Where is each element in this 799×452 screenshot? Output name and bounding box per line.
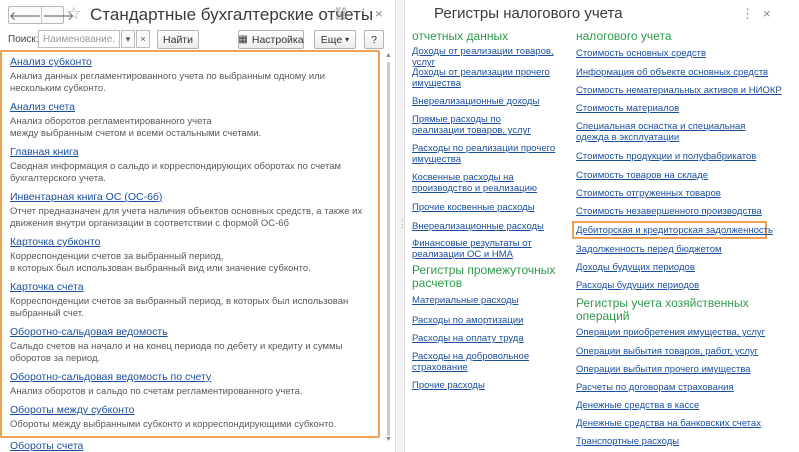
register-link[interactable]: Прочие расходы (412, 380, 562, 391)
scroll-up-icon[interactable]: ▲ (385, 52, 392, 59)
register-link[interactable]: Стоимость продукции и полуфабрикатов (576, 151, 786, 162)
report-link[interactable]: Обороты между субконто (10, 404, 135, 416)
more-button-label: Еще (320, 33, 343, 46)
report-description: Корреспонденции счетов за выбранный пери… (10, 251, 311, 274)
register-link[interactable]: Расходы будущих периодов (576, 280, 786, 291)
scroll-down-icon[interactable]: ▼ (385, 436, 392, 443)
register-link[interactable]: Финансовые результаты от реализации ОС и… (412, 238, 547, 260)
section-header: Регистры промежуточных расчетов (412, 263, 556, 290)
settings-icon: ▦ (238, 34, 248, 45)
search-input[interactable]: Наименование, ... (38, 30, 120, 48)
register-link[interactable]: Материальные расходы (412, 295, 562, 306)
report-description: Отчет предназначен для учета наличия объ… (10, 206, 363, 229)
register-link[interactable]: Прочие косвенные расходы (412, 202, 562, 213)
link-icon[interactable]: ⛓ (333, 6, 350, 22)
register-link[interactable]: Денежные средства на банковских счетах (576, 418, 791, 429)
register-link[interactable]: Расходы по реализации прочего имущества (412, 143, 557, 165)
section-header: отчетных данных (412, 29, 509, 43)
report-link[interactable]: Карточка субконто (10, 236, 100, 248)
register-link[interactable]: Транспортные расходы (576, 436, 786, 447)
register-link[interactable]: Расходы на добровольное страхование (412, 351, 537, 373)
register-link[interactable]: Стоимость материалов (576, 103, 786, 114)
close-icon[interactable]: × (375, 6, 383, 21)
report-link[interactable]: Оборотно-сальдовая ведомость (10, 326, 168, 338)
report-description: Анализ оборотов и сальдо по счетам регла… (10, 386, 303, 397)
chevron-down-icon: ▾ (345, 35, 350, 44)
report-link[interactable]: Оборотно-сальдовая ведомость по счету (10, 371, 211, 383)
register-link[interactable]: Информация об объекте основных средств (576, 67, 786, 78)
register-link[interactable]: Стоимость незавершенного производства (576, 206, 786, 217)
find-button[interactable]: Найти (157, 30, 199, 49)
nav-buttons: 🡐 🡒 (8, 6, 74, 24)
report-description: Анализ данных регламентированного учета … (10, 71, 325, 94)
register-link[interactable]: Стоимость отгруженных товаров (576, 188, 786, 199)
register-link[interactable]: Расходы по амортизации (412, 315, 562, 326)
register-link[interactable]: Внереализационные расходы (412, 221, 572, 232)
register-link[interactable]: Внереализационные доходы (412, 96, 562, 107)
register-link[interactable]: Дебиторская и кредиторская задолженность (576, 225, 786, 236)
register-link[interactable]: Расчеты по договорам страхования (576, 382, 786, 393)
search-label: Поиск: (8, 34, 39, 45)
left-titlebar: 🡐 🡒 ☆ Стандартные бухгалтерские отчеты ⛓… (0, 0, 393, 28)
section-header: налогового учета (576, 29, 672, 43)
report-link[interactable]: Инвентарная книга ОС (ОС-6б) (10, 191, 162, 203)
report-link[interactable]: Анализ субконто (10, 56, 92, 68)
more-button[interactable]: Еще ▾ (314, 30, 356, 49)
section-header: Регистры учета хозяйственных операций (576, 296, 749, 323)
register-link[interactable]: Прямые расходы по реализации товаров, ус… (412, 114, 552, 136)
report-list-scrollbar[interactable]: ▲ ▼ (385, 52, 392, 444)
panel-splitter[interactable]: ⋮ (395, 0, 407, 452)
register-link[interactable]: Косвенные расходы на производство и реал… (412, 172, 572, 194)
register-link[interactable]: Доходы будущих периодов (576, 262, 786, 273)
tax-registers-title: Регистры налогового учета (434, 5, 623, 22)
register-link[interactable]: Расходы на оплату труда (412, 333, 562, 344)
report-description: Корреспонденции счетов за выбранный пери… (10, 296, 349, 319)
register-link[interactable]: Денежные средства в кассе (576, 400, 786, 411)
search-dropdown-icon[interactable]: ▾ (121, 30, 135, 48)
report-link[interactable]: Главная книга (10, 146, 79, 158)
help-button[interactable]: ? (364, 30, 384, 49)
register-link[interactable]: Задолженность перед бюджетом (576, 244, 786, 255)
scroll-thumb[interactable] (387, 62, 390, 436)
register-link[interactable]: Стоимость нематериальных активов и НИОКР (576, 85, 791, 96)
toolbar: Поиск: Наименование, ... ▾ × Найти ▦ Нас… (0, 30, 393, 50)
register-link[interactable]: Доходы от реализации товаров, услуг (412, 46, 572, 68)
register-link[interactable]: Доходы от реализации прочего имущества (412, 67, 557, 89)
more-menu-icon[interactable]: ⋮ (357, 6, 370, 22)
report-link[interactable]: Обороты счета (10, 440, 83, 452)
close-icon[interactable]: × (763, 6, 771, 21)
settings-button-label: Настройка (251, 33, 304, 46)
favorite-star-icon[interactable]: ☆ (66, 4, 81, 24)
register-link[interactable]: Стоимость товаров на складе (576, 170, 786, 181)
register-link[interactable]: Стоимость основных средств (576, 48, 786, 59)
register-link[interactable]: Специальная оснастка и специальная одежд… (576, 121, 776, 143)
report-link[interactable]: Карточка счета (10, 281, 84, 293)
report-link[interactable]: Анализ счета (10, 101, 75, 113)
page-title: Стандартные бухгалтерские отчеты (90, 5, 374, 24)
register-link[interactable]: Операции выбытия товаров, работ, услуг (576, 346, 786, 357)
report-description: Сводная информация о сальдо и корреспонд… (10, 161, 342, 184)
report-description: Обороты между выбранными субконто и корр… (10, 419, 337, 430)
report-description: Анализ оборотов регламентированного учет… (10, 116, 262, 139)
more-menu-icon[interactable]: ⋮ (741, 6, 754, 22)
search-clear-icon[interactable]: × (136, 30, 150, 48)
report-description: Сальдо счетов на начало и на конец перио… (10, 341, 343, 364)
register-link[interactable]: Операции выбытия прочего имущества (576, 364, 786, 375)
register-link[interactable]: Операции приобретения имущества, услуг (576, 327, 786, 338)
standard-reports-window: 🡐 🡒 ☆ Стандартные бухгалтерские отчеты ⛓… (0, 0, 393, 452)
settings-button[interactable]: ▦ Настройка (238, 30, 304, 49)
back-arrow-icon[interactable]: 🡐 (9, 7, 41, 23)
